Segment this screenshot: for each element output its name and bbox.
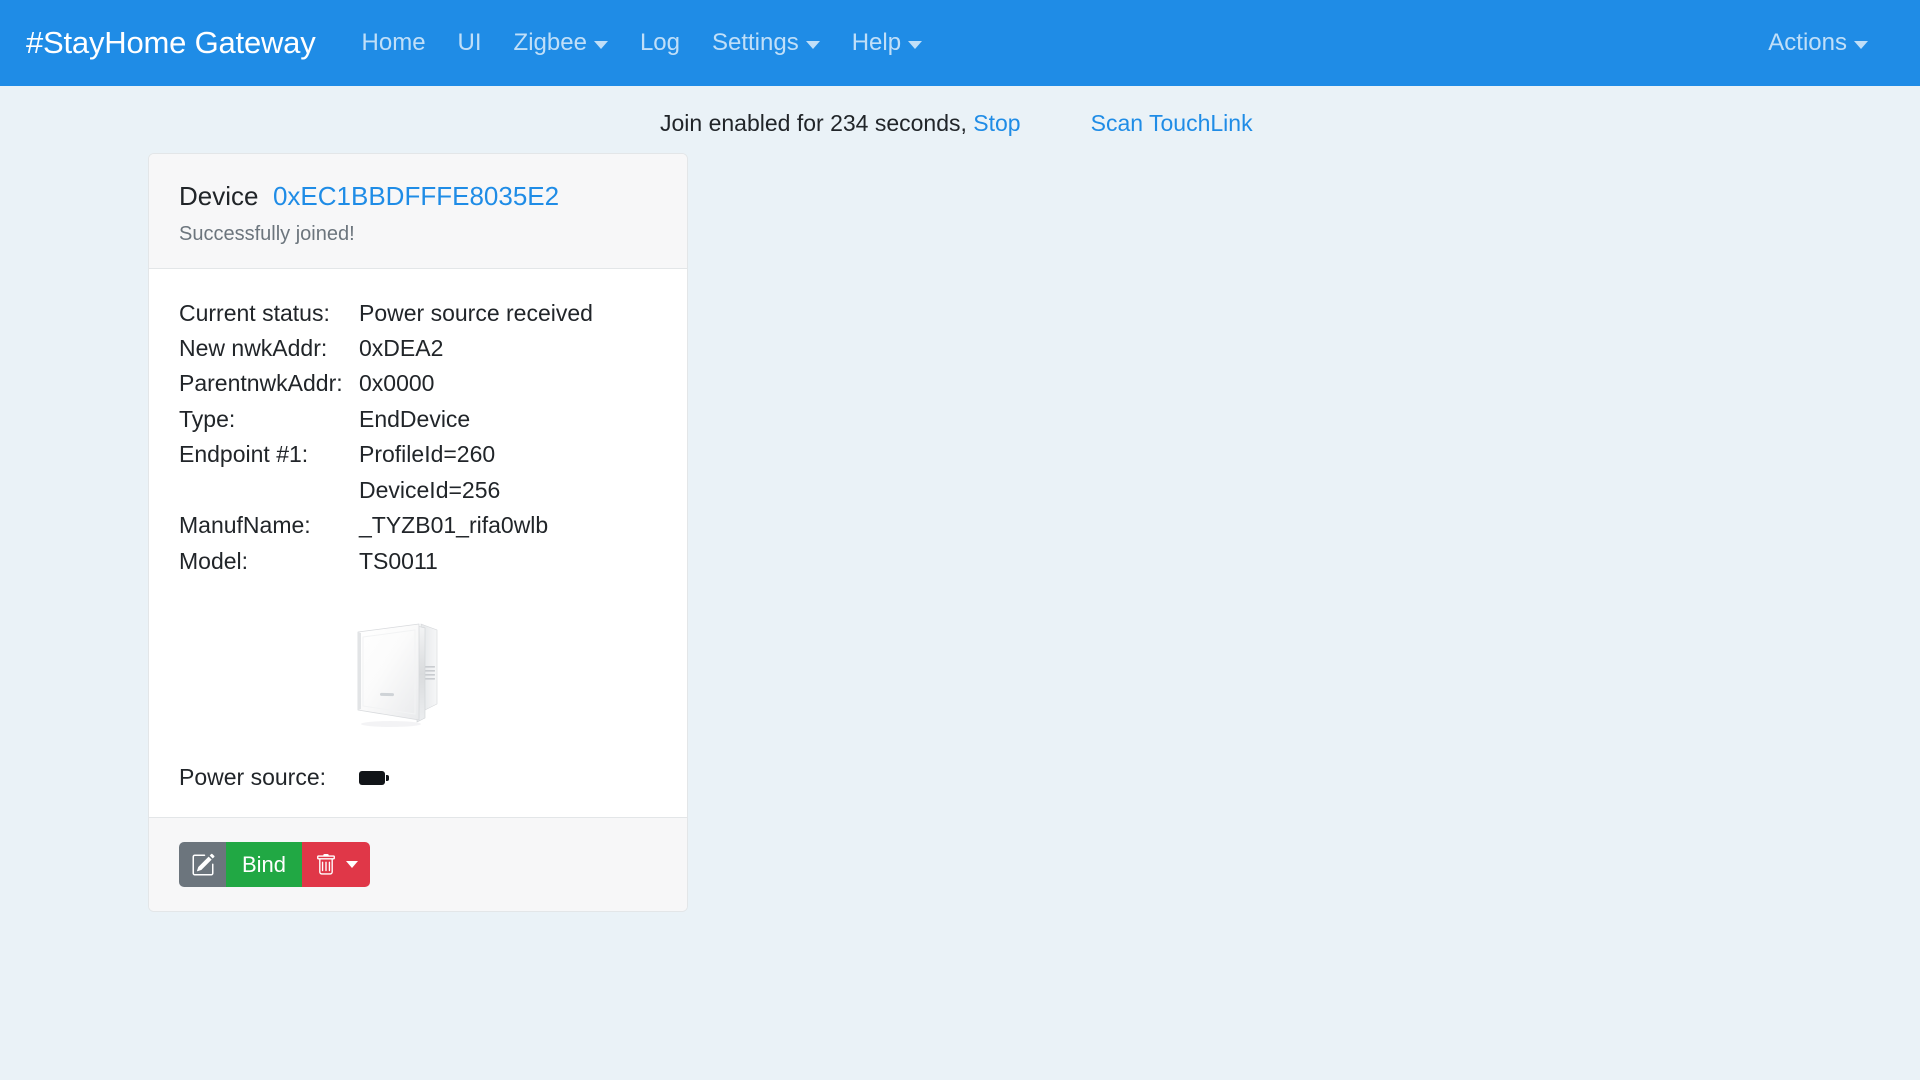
table-row: ParentnwkAddr: 0x0000 [179,369,657,404]
table-row: Model: TS0011 [179,547,657,582]
nav-item-zigbee[interactable]: Zigbee [498,23,624,63]
table-row: DeviceId=256 [179,476,657,511]
battery-full-icon [359,770,389,785]
device-actions-button-group: Bind [179,842,371,887]
stop-join-link[interactable]: Stop [973,112,1020,135]
bind-button[interactable]: Bind [226,842,303,887]
device-card-body: Current status: Power source received Ne… [149,268,687,817]
nav-item-help[interactable]: Help [836,23,938,63]
nav-item-label: Log [639,29,680,56]
nav-item-log[interactable]: Log [624,23,696,63]
nav-item-actions[interactable]: Actions [1752,23,1884,63]
table-row: Type: EndDevice [179,405,657,440]
brand-logo[interactable]: #StayHome Gateway [26,25,316,61]
property-value: DeviceId=256 [359,476,501,503]
join-status-bar: Join enabled for 234 seconds, Stop Scan … [0,86,1920,135]
property-value: Power source received [359,299,593,326]
property-key: Type: [179,405,236,432]
power-source-row: Power source: [179,764,657,791]
chevron-down-icon [805,41,820,49]
edit-device-button[interactable] [179,842,226,887]
pencil-square-icon [192,853,214,875]
device-join-subtitle: Successfully joined! [179,222,355,245]
nav-item-home[interactable]: Home [346,23,442,63]
property-value: _TYZB01_rifa0wlb [359,512,549,539]
nav-item-label: Settings [711,29,799,56]
property-key [179,476,359,511]
table-row: ManufName: _TYZB01_rifa0wlb [179,511,657,546]
device-card-header: Device 0xEC1BBDFFFE8035E2 Successfully j… [149,154,687,269]
device-title-prefix: Device [179,181,259,211]
device-photo [357,623,438,727]
property-key: New nwkAddr: [179,334,328,361]
device-card-footer: Bind [149,817,687,911]
main-content: Device 0xEC1BBDFFFE8035E2 Successfully j… [0,135,1920,912]
chevron-down-icon [1854,41,1868,49]
property-value: EndDevice [359,405,471,432]
join-status-text: Join enabled for 234 seconds, [660,110,967,136]
nav-item-label: Home [361,29,426,56]
device-properties-table: Current status: Power source received Ne… [179,299,657,583]
property-key: ParentnwkAddr: [179,370,343,397]
property-key: Current status: [179,299,330,326]
device-image-container [149,606,657,736]
table-row: Current status: Power source received [179,299,657,334]
property-key: Endpoint #1: [179,441,309,468]
chevron-down-icon [593,41,608,49]
property-value: 0xDEA2 [359,334,444,361]
nav-right-group: Actions [1752,23,1894,63]
delete-device-button[interactable] [302,842,371,887]
property-value: ProfileId=260 [359,441,496,468]
power-source-label: Power source: [179,764,327,790]
top-navbar: #StayHome Gateway Home UI Zigbee Log Set… [0,0,1920,86]
chevron-down-icon [908,41,923,49]
property-value: 0x0000 [359,370,435,397]
property-value: TS0011 [359,547,438,574]
property-key: Model: [179,547,249,574]
property-key: ManufName: [179,512,311,539]
device-card: Device 0xEC1BBDFFFE8035E2 Successfully j… [148,153,688,912]
table-row: Endpoint #1: ProfileId=260 [179,440,657,475]
nav-item-label: Actions [1768,29,1847,56]
nav-item-settings[interactable]: Settings [696,23,836,63]
nav-item-ui[interactable]: UI [442,23,498,63]
device-id-link[interactable]: 0xEC1BBDFFFE8035E2 [273,181,559,211]
scan-touchlink-link[interactable]: Scan TouchLink [1091,112,1253,135]
table-row: New nwkAddr: 0xDEA2 [179,334,657,369]
nav-item-label: Zigbee [513,29,587,56]
bind-button-label: Bind [242,851,287,877]
nav-item-label: UI [457,29,482,56]
nav-item-label: Help [851,29,902,56]
device-card-title: Device 0xEC1BBDFFFE8035E2 [179,180,657,213]
trash-icon [317,853,335,875]
nav-links: Home UI Zigbee Log Settings Help [346,23,939,63]
chevron-down-icon [346,861,359,868]
